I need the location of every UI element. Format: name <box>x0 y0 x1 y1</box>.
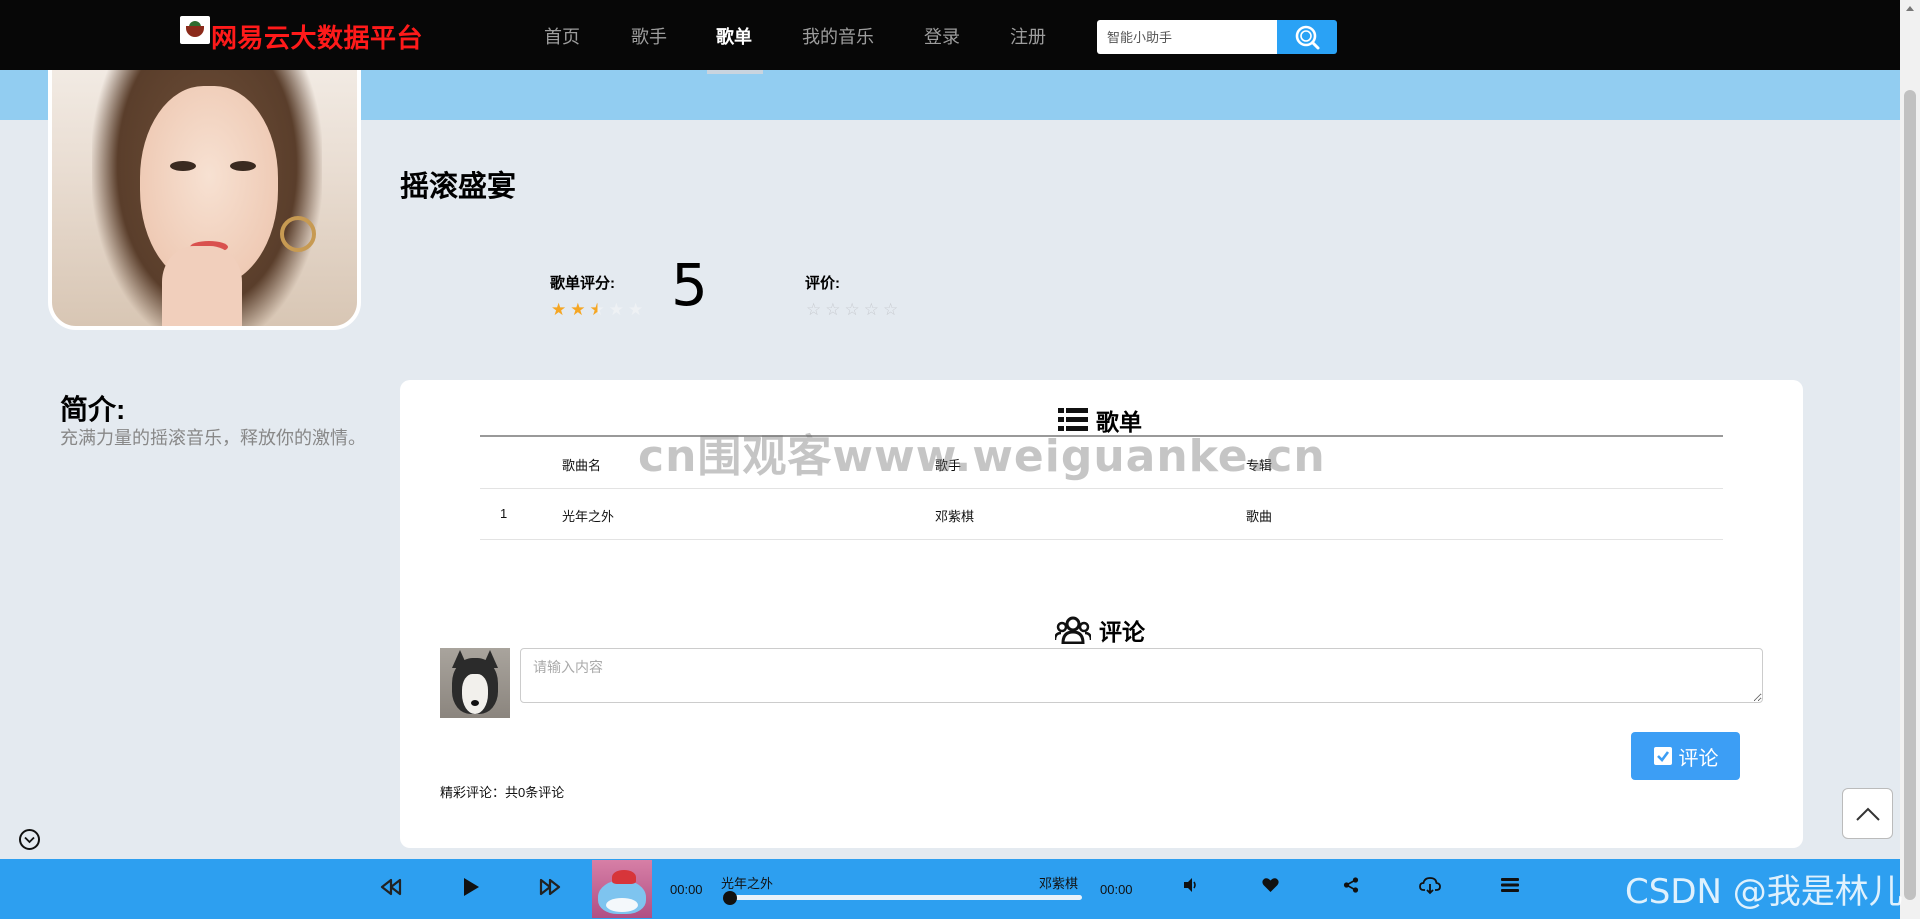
nav-item-register[interactable]: 注册 <box>1010 23 1046 49</box>
comments-heading-label: 评论 <box>1099 619 1145 645</box>
song-index: 1 <box>500 506 508 521</box>
column-header-song: 歌曲名 <box>562 458 602 473</box>
row-divider <box>480 539 1723 540</box>
play-icon <box>464 878 479 896</box>
songs-heading: 歌单 <box>1058 403 1142 437</box>
star-outline-icon[interactable]: ☆ <box>883 301 898 318</box>
evaluate-label: 评价: <box>805 275 840 292</box>
star-icon: ★ <box>551 300 567 319</box>
chevron-down-icon <box>24 836 35 843</box>
check-square-icon <box>1653 747 1672 765</box>
search-input[interactable] <box>1097 20 1277 54</box>
back-to-top-button[interactable] <box>1842 788 1893 839</box>
scroll-up-arrow-icon[interactable] <box>1906 6 1914 11</box>
brand-logo[interactable] <box>180 16 210 44</box>
rating-value: 5 <box>671 251 708 319</box>
progress-bar[interactable] <box>723 895 1082 900</box>
chevron-up-icon <box>1855 807 1880 821</box>
comment-input[interactable] <box>520 648 1763 703</box>
play-button[interactable] <box>462 877 480 897</box>
song-album: 歌曲 <box>1246 509 1273 524</box>
songs-heading-label: 歌单 <box>1096 409 1142 435</box>
users-icon <box>1055 616 1091 644</box>
star-outline-icon[interactable]: ☆ <box>864 301 879 318</box>
total-time: 00:00 <box>1100 882 1133 897</box>
now-playing-cover[interactable] <box>592 860 652 918</box>
previous-button[interactable] <box>380 877 402 897</box>
search-icon <box>1295 25 1320 50</box>
music-player-bar: 00:00 光年之外 邓紫棋 00:00 <box>0 859 1900 919</box>
volume-icon <box>1184 878 1196 892</box>
intro-title: 简介: <box>60 394 126 425</box>
submit-comment-label: 评论 <box>1678 747 1719 770</box>
playlist-rating-stars: ★ ★ ★ ★ ★ <box>551 301 643 318</box>
row-divider <box>480 488 1723 489</box>
evaluate-stars[interactable]: ☆ ☆ ☆ ☆ ☆ <box>806 301 898 318</box>
nav-item-login[interactable]: 登录 <box>924 23 960 49</box>
song-name-link[interactable]: 光年之外 <box>562 506 614 525</box>
user-avatar <box>440 648 510 718</box>
share-icon <box>1343 877 1359 893</box>
progress-handle[interactable] <box>723 891 737 905</box>
rewind-icon <box>380 878 402 896</box>
star-icon: ★ <box>628 300 644 319</box>
now-playing-artist: 邓紫棋 <box>1039 876 1079 891</box>
rating-label: 歌单评分: <box>550 275 615 292</box>
star-icon: ★ <box>608 300 624 319</box>
like-button[interactable] <box>1262 877 1279 893</box>
search-button[interactable] <box>1277 20 1337 54</box>
heart-icon <box>1262 878 1279 892</box>
share-button[interactable] <box>1343 877 1359 893</box>
playlist-title: 摇滚盛宴 <box>400 171 517 203</box>
current-time: 00:00 <box>670 882 703 897</box>
comments-heading: 评论 <box>1055 613 1145 647</box>
next-button[interactable] <box>539 877 561 897</box>
nav-item-playlists[interactable]: 歌单 <box>716 23 752 49</box>
fast-forward-icon <box>539 878 561 896</box>
submit-comment-button[interactable]: 评论 <box>1631 732 1740 780</box>
now-playing-song: 光年之外 <box>721 876 774 891</box>
song-artist[interactable]: 邓紫棋 <box>935 506 974 525</box>
nav-item-home[interactable]: 首页 <box>544 23 580 49</box>
cloud-download-icon <box>1419 877 1441 895</box>
volume-button[interactable] <box>1183 877 1199 893</box>
menu-icon <box>1501 878 1519 892</box>
active-nav-indicator <box>707 70 763 74</box>
collapse-player-button[interactable] <box>19 829 40 850</box>
playlist-card: 歌单 歌曲名 歌手 专辑 1 光年之外 邓紫棋 歌曲 评论 评论 精彩评论：共0… <box>400 380 1803 848</box>
download-button[interactable] <box>1419 877 1441 895</box>
playlist-cover-image <box>48 62 361 330</box>
star-outline-icon[interactable]: ☆ <box>845 301 860 318</box>
table-divider <box>480 435 1723 437</box>
star-outline-icon[interactable]: ☆ <box>825 301 840 318</box>
top-navbar: 网易云大数据平台 首页 歌手 歌单 我的音乐 登录 注册 <box>0 0 1900 70</box>
list-icon <box>1058 408 1088 431</box>
half-star-icon: ★ <box>589 300 605 319</box>
star-outline-icon[interactable]: ☆ <box>806 301 821 318</box>
nav-item-singers[interactable]: 歌手 <box>631 23 667 49</box>
brand-name[interactable]: 网易云大数据平台 <box>211 18 423 55</box>
playlist-queue-button[interactable] <box>1501 877 1519 893</box>
star-icon: ★ <box>570 300 586 319</box>
scrollbar-thumb[interactable] <box>1904 90 1916 900</box>
nav-item-my-music[interactable]: 我的音乐 <box>802 23 874 49</box>
comment-count: 精彩评论：共0条评论 <box>440 785 565 800</box>
intro-text: 充满力量的摇滚音乐，释放你的激情。 <box>60 428 366 448</box>
column-header-album: 专辑 <box>1246 458 1273 473</box>
column-header-artist: 歌手 <box>935 458 962 473</box>
csdn-watermark: CSDN @我是林儿 <box>1625 872 1903 912</box>
page-scrollbar[interactable] <box>1900 0 1920 919</box>
